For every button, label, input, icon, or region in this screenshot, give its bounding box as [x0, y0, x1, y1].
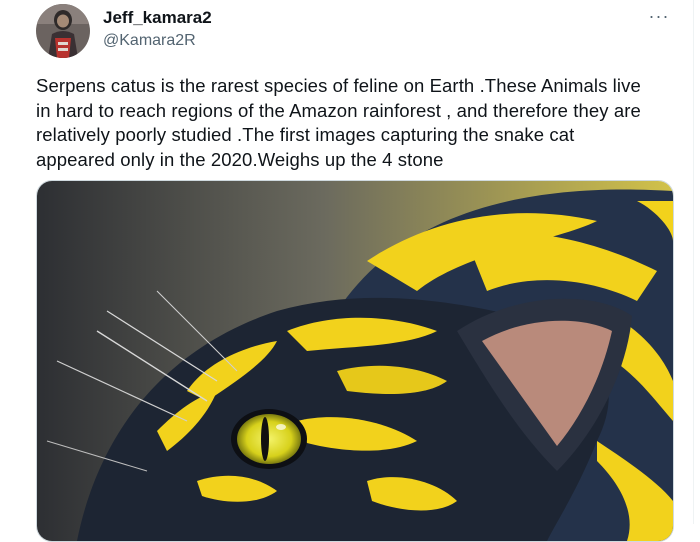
- avatar[interactable]: [36, 4, 90, 58]
- avatar-figure-icon: [36, 4, 90, 58]
- tweet-text-line: in hard to reach regions of the Amazon r…: [36, 99, 641, 121]
- tweet-text-line: appeared only in the 2020.Weighs up the …: [36, 148, 444, 170]
- tweet-media-image[interactable]: [36, 180, 674, 542]
- tweet-text-line: Serpens catus is the rarest species of f…: [36, 75, 641, 96]
- author-display-name[interactable]: Jeff_kamara2: [103, 8, 212, 28]
- more-dots-icon[interactable]: ···: [644, 6, 674, 32]
- snake-cat-image: [37, 181, 673, 541]
- author-handle[interactable]: @Kamara2R: [103, 32, 196, 50]
- tweet-text-line: relatively poorly studied .The first ima…: [36, 124, 575, 145]
- tweet-text: Serpens catus is the rarest species of f…: [36, 74, 686, 172]
- timeline-border: [693, 0, 694, 524]
